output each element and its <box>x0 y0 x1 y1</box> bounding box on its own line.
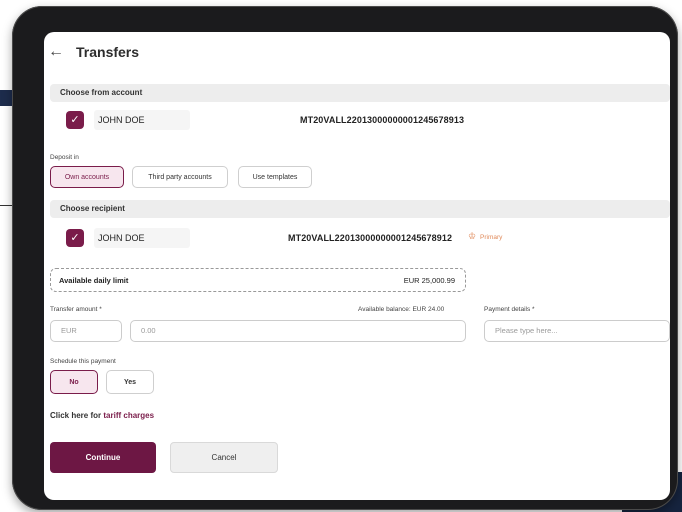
recipient-row[interactable]: ✓ JOHN DOE MT20VALL220130000000012456789… <box>50 222 670 254</box>
primary-badge: Primary <box>480 234 503 241</box>
schedule-label: Schedule this payment <box>50 358 116 365</box>
from-account-row[interactable]: ✓ JOHN DOE MT20VALL220130000000012456789… <box>50 104 670 136</box>
page-title: Transfers <box>76 44 140 60</box>
available-balance-label: Available balance: EUR 24.00 <box>358 306 445 313</box>
deposit-option-templates[interactable]: Use templates <box>238 166 312 188</box>
schedule-no-button[interactable]: No <box>50 370 98 394</box>
arrow-left-icon[interactable]: ← <box>48 44 64 60</box>
tablet-frame: ← Transfers Choose from account ✓ JOHN D… <box>12 6 678 510</box>
from-account-iban: MT20VALL22013000000001245678913 <box>300 115 465 125</box>
recipient-section-header: Choose recipient <box>50 200 670 218</box>
crown-icon: ♔ <box>468 231 477 241</box>
currency-field[interactable]: EUR <box>50 320 122 342</box>
tariff-text: Click here for tariff charges <box>50 411 154 420</box>
recipient-name-box: JOHN DOE <box>94 228 190 248</box>
tariff-charges-link[interactable]: tariff charges <box>103 411 154 420</box>
transfer-amount-label: Transfer amount * <box>50 306 102 313</box>
checkmark-icon[interactable]: ✓ <box>66 229 84 247</box>
daily-limit-label: Available daily limit <box>59 276 129 285</box>
recipient-iban: MT20VALL22013000000001245678912 <box>288 233 453 243</box>
cancel-button[interactable]: Cancel <box>170 442 278 473</box>
deposit-in-label: Deposit in <box>50 154 79 161</box>
account-name-box: JOHN DOE <box>94 110 190 130</box>
daily-limit-value: EUR 25,000.99 <box>403 276 455 285</box>
from-account-section-header: Choose from account <box>50 84 670 102</box>
tariff-prefix: Click here for <box>50 411 102 420</box>
checkmark-icon[interactable]: ✓ <box>66 111 84 129</box>
payment-details-label: Payment details * <box>484 306 535 313</box>
deposit-option-own-accounts[interactable]: Own accounts <box>50 166 124 188</box>
amount-input[interactable]: 0.00 <box>130 320 466 342</box>
daily-limit-box: Available daily limit EUR 25,000.99 <box>50 268 466 292</box>
continue-button[interactable]: Continue <box>50 442 156 473</box>
app-screen: ← Transfers Choose from account ✓ JOHN D… <box>44 32 670 500</box>
deposit-option-third-party[interactable]: Third party accounts <box>132 166 228 188</box>
recipient-name: JOHN DOE <box>98 233 145 243</box>
schedule-yes-button[interactable]: Yes <box>106 370 154 394</box>
from-account-name: JOHN DOE <box>98 115 145 125</box>
payment-details-input[interactable]: Please type here... <box>484 320 670 342</box>
